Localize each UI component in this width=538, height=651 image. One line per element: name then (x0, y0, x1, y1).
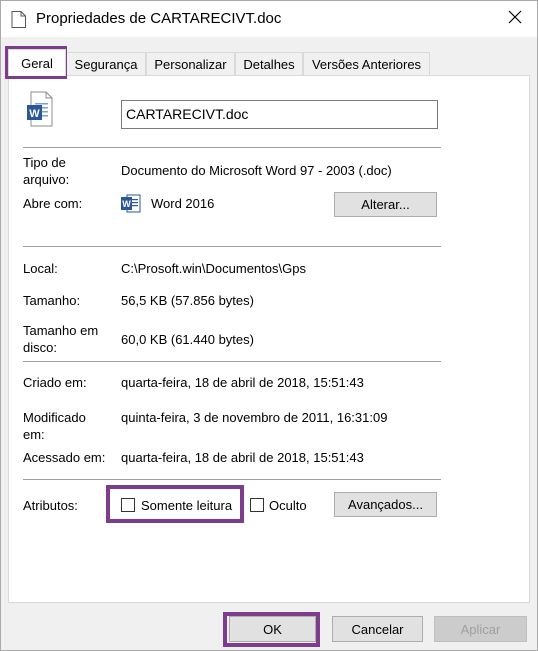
tab-strip: Geral Segurança Personalizar Detalhes Ve… (8, 49, 530, 76)
created-value: quarta-feira, 18 de abril de 2018, 15:51… (121, 375, 364, 390)
tab-personalizar[interactable]: Personalizar (146, 52, 235, 75)
advanced-button[interactable]: Avançados... (334, 492, 437, 517)
tab-versoes-anteriores[interactable]: Versões Anteriores (303, 52, 430, 75)
file-type-value: Documento do Microsoft Word 97 - 2003 (.… (121, 163, 392, 178)
document-icon (11, 11, 27, 28)
close-button[interactable] (493, 1, 537, 35)
close-icon (508, 10, 522, 27)
general-panel: W CARTARECIVT.doc Tipo de arquivo: Docum… (8, 75, 530, 603)
separator (23, 147, 441, 148)
opens-with-value: Word 2016 (151, 196, 215, 211)
window-title: Propriedades de CARTARECIVT.doc (36, 10, 282, 27)
cancel-button[interactable]: Cancelar (332, 616, 423, 642)
size-on-disk-label: Tamanho em disco: (23, 323, 99, 355)
readonly-label[interactable]: Somente leitura (141, 497, 232, 514)
svg-text:W: W (122, 199, 131, 209)
separator (23, 479, 441, 480)
size-on-disk-value: 60,0 KB (61.440 bytes) (121, 332, 254, 347)
accessed-value: quarta-feira, 18 de abril de 2018, 15:51… (121, 450, 364, 465)
word-app-icon: W (121, 194, 141, 217)
change-button[interactable]: Alterar... (334, 192, 437, 217)
separator (23, 246, 441, 247)
location-label: Local: (23, 261, 58, 276)
accessed-label: Acessado em: (23, 450, 106, 465)
apply-button[interactable]: Aplicar (434, 616, 527, 642)
attributes-label: Atributos: (23, 498, 78, 513)
modified-label: Modificado em: (23, 410, 86, 442)
properties-dialog: Propriedades de CARTARECIVT.doc Geral Se… (0, 0, 538, 651)
size-label: Tamanho: (23, 293, 81, 308)
title-bar: Propriedades de CARTARECIVT.doc (1, 1, 537, 37)
opens-with-label: Abre com: (23, 196, 83, 211)
tab-detalhes[interactable]: Detalhes (235, 52, 303, 75)
created-label: Criado em: (23, 375, 87, 390)
location-value: C:\Prosoft.win\Documentos\Gps (121, 261, 306, 276)
file-name-input[interactable]: CARTARECIVT.doc (121, 100, 438, 129)
readonly-checkbox[interactable] (121, 498, 135, 512)
hidden-label[interactable]: Oculto (269, 497, 307, 514)
ok-button[interactable]: OK (229, 616, 316, 642)
separator (23, 361, 441, 362)
file-type-icon: W (26, 91, 53, 131)
size-value: 56,5 KB (57.856 bytes) (121, 293, 254, 308)
tab-geral[interactable]: Geral (8, 49, 66, 76)
hidden-checkbox[interactable] (250, 498, 264, 512)
modified-value: quinta-feira, 3 de novembro de 2011, 16:… (121, 410, 388, 425)
file-type-label: Tipo de arquivo: (23, 155, 70, 187)
svg-text:W: W (29, 108, 40, 120)
tab-seguranca[interactable]: Segurança (66, 52, 146, 75)
